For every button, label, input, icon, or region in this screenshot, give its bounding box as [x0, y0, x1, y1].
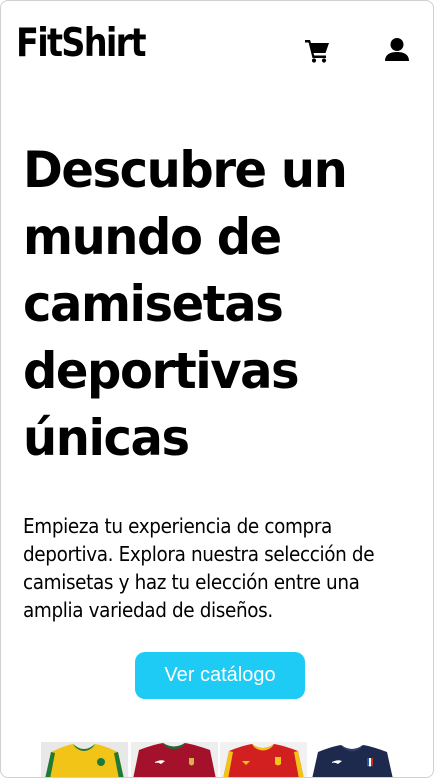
hero-title: Descubre un mundo de camisetas deportiva… — [23, 141, 348, 467]
user-account-icon — [385, 38, 409, 61]
app-frame: FitShirt Descubre un mundo de camisetas … — [0, 0, 434, 778]
spain-jersey-image[interactable] — [220, 742, 307, 777]
view-catalog-button[interactable]: Ver catálogo — [135, 652, 305, 699]
top-navbar: FitShirt — [1, 1, 433, 93]
portugal-jersey-image[interactable] — [131, 742, 218, 777]
brand-logo[interactable]: FitShirt — [16, 19, 147, 69]
hero-subtitle: Empieza tu experiencia de compra deporti… — [23, 514, 375, 622]
jersey-gallery — [41, 742, 393, 777]
shopping-cart-icon — [305, 40, 329, 63]
brazil-jersey-image[interactable] — [41, 742, 128, 777]
cart-button[interactable] — [303, 36, 331, 64]
user-account-button[interactable] — [383, 36, 411, 64]
france-jersey-image[interactable] — [309, 742, 393, 777]
